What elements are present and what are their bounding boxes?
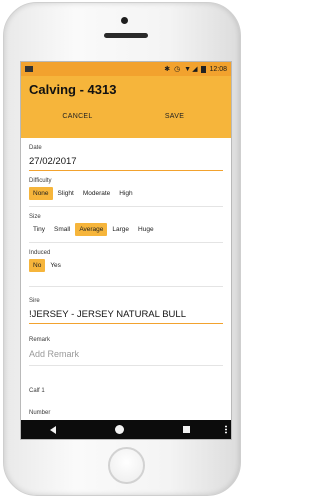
bluetooth-alarm-wifi-signal-icons: ✱ ◷ ▼◢ xyxy=(164,66,199,73)
status-time: 12:08 xyxy=(209,65,227,73)
number-field: Number xyxy=(29,394,223,416)
size-label: Size xyxy=(29,214,41,220)
size-field: Size Tiny Small Average Large Huge xyxy=(29,207,223,243)
front-camera xyxy=(121,17,128,24)
difficulty-options: None Slight Moderate High xyxy=(29,187,223,200)
phone-frame: ✱ ◷ ▼◢ 12:08 Calving - 4313 CANCEL SAVE … xyxy=(3,2,241,496)
save-button[interactable]: SAVE xyxy=(126,110,223,123)
cancel-button[interactable]: CANCEL xyxy=(29,110,126,123)
calving-form: Date 27/02/2017 Difficulty None Slight M… xyxy=(21,138,231,416)
remark-label: Remark xyxy=(29,337,51,343)
status-icons: ✱ ◷ ▼◢ 12:08 xyxy=(164,65,227,73)
date-label: Date xyxy=(29,145,42,151)
remark-field: Remark Add Remark xyxy=(29,324,223,366)
difficulty-option-high[interactable]: High xyxy=(115,187,136,200)
app-header: Calving - 4313 CANCEL SAVE xyxy=(21,76,231,138)
status-bar: ✱ ◷ ▼◢ 12:08 xyxy=(21,62,231,76)
sire-input[interactable]: !JERSEY - JERSEY NATURAL BULL xyxy=(29,309,223,324)
induced-option-no[interactable]: No xyxy=(29,259,46,272)
remark-input[interactable]: Add Remark xyxy=(29,349,223,362)
header-actions: CANCEL SAVE xyxy=(29,110,223,123)
induced-option-yes[interactable]: Yes xyxy=(46,259,65,272)
date-field: Date 27/02/2017 xyxy=(29,138,223,171)
difficulty-label: Difficulty xyxy=(29,178,52,184)
sire-label: Sire xyxy=(29,298,40,304)
android-nav-bar xyxy=(21,420,231,439)
notification-image-icon xyxy=(25,66,33,72)
difficulty-option-slight[interactable]: Slight xyxy=(54,187,78,200)
back-icon[interactable] xyxy=(50,425,57,434)
difficulty-option-moderate[interactable]: Moderate xyxy=(79,187,114,200)
battery-icon xyxy=(201,65,207,73)
home-icon[interactable] xyxy=(114,425,124,434)
size-option-large[interactable]: Large xyxy=(108,223,133,236)
screen: ✱ ◷ ▼◢ 12:08 Calving - 4313 CANCEL SAVE … xyxy=(20,61,232,440)
earpiece-speaker xyxy=(104,33,148,38)
number-label: Number xyxy=(29,410,51,416)
page-title: Calving - 4313 xyxy=(29,82,117,97)
difficulty-field: Difficulty None Slight Moderate High xyxy=(29,171,223,207)
size-options: Tiny Small Average Large Huge xyxy=(29,223,223,236)
induced-options: No Yes xyxy=(29,259,223,272)
recent-apps-icon[interactable] xyxy=(182,426,190,433)
size-option-small[interactable]: Small xyxy=(50,223,74,236)
phone-home-button[interactable] xyxy=(108,447,145,484)
induced-label: Induced xyxy=(29,250,51,256)
size-option-tiny[interactable]: Tiny xyxy=(29,223,49,236)
calf-section: Calf 1 xyxy=(29,366,223,394)
difficulty-option-none[interactable]: None xyxy=(29,187,53,200)
size-option-average[interactable]: Average xyxy=(75,223,108,236)
sire-field: Sire !JERSEY - JERSEY NATURAL BULL xyxy=(29,287,223,324)
date-input[interactable]: 27/02/2017 xyxy=(29,156,223,171)
more-options-icon[interactable] xyxy=(225,425,227,434)
size-option-huge[interactable]: Huge xyxy=(134,223,158,236)
induced-field: Induced No Yes xyxy=(29,243,223,287)
